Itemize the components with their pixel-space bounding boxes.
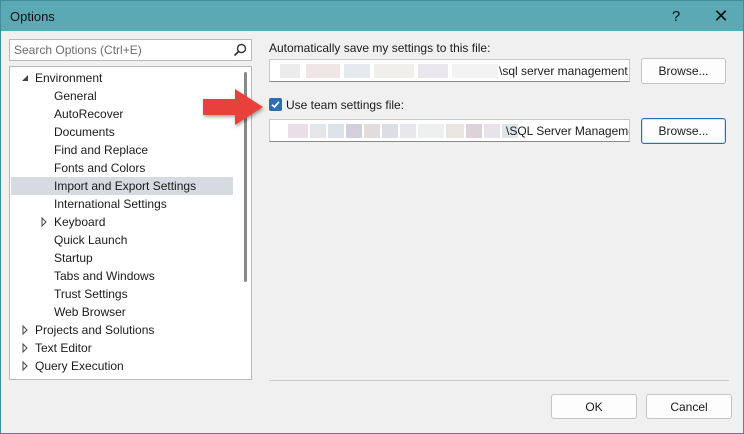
tree-item-label: Text Editor xyxy=(35,341,92,355)
tree-item[interactable]: Projects and Solutions xyxy=(11,321,233,339)
chevron-right-icon[interactable] xyxy=(21,325,29,335)
chevron-right-icon[interactable] xyxy=(21,343,29,353)
tree-item-label: Environment xyxy=(35,71,103,85)
close-button[interactable]: ✕ xyxy=(701,1,741,31)
tree-item-label: Find and Replace xyxy=(54,143,149,157)
tree-item-label: Startup xyxy=(54,251,93,265)
redacted-path-segment xyxy=(418,124,444,138)
team-settings-checkbox[interactable] xyxy=(269,98,282,111)
tree-item-label: Query Execution xyxy=(35,359,124,373)
tree-item[interactable]: Fonts and Colors xyxy=(11,159,233,177)
checkmark-icon xyxy=(271,101,280,109)
chevron-right-icon[interactable] xyxy=(21,361,29,371)
tree-item[interactable]: Web Browser xyxy=(11,303,233,321)
redacted-path-segment xyxy=(400,124,416,138)
redacted-path-segment xyxy=(328,124,344,138)
tree-item-label: Tabs and Windows xyxy=(54,269,155,283)
tree-item[interactable]: Query Execution xyxy=(11,357,233,375)
search-input[interactable] xyxy=(10,40,230,60)
tree-item[interactable]: Query Results xyxy=(11,375,233,380)
search-box[interactable] xyxy=(9,39,252,61)
annotation-arrow-icon xyxy=(203,89,263,125)
team-settings-path-field[interactable]: \SQL Server Manageme xyxy=(269,119,630,142)
redacted-path-segment xyxy=(374,64,414,78)
redacted-path-segment xyxy=(344,64,370,78)
tree-item[interactable]: Tabs and Windows xyxy=(11,267,233,285)
help-button[interactable]: ? xyxy=(656,1,696,31)
tree-item-label: Documents xyxy=(54,125,115,139)
tree-item-label: AutoRecover xyxy=(54,107,124,121)
search-icon[interactable] xyxy=(233,43,247,57)
redacted-path-segment xyxy=(306,64,340,78)
team-settings-path-text: \SQL Server Manageme xyxy=(506,124,630,138)
browse-auto-save-button[interactable]: Browse... xyxy=(641,58,726,84)
auto-save-path-text: \sql server management xyxy=(499,64,628,78)
redacted-path-segment xyxy=(288,124,308,138)
tree-item[interactable]: International Settings xyxy=(11,195,233,213)
redacted-path-segment xyxy=(364,124,380,138)
tree-item-label: Query Results xyxy=(35,375,111,379)
tree-item[interactable]: Text Editor xyxy=(11,339,233,357)
tree-item[interactable]: Startup xyxy=(11,249,233,267)
tree-item-label: Web Browser xyxy=(54,305,126,319)
tree-item[interactable]: Find and Replace xyxy=(11,141,233,159)
options-dialog: Options ? ✕ Environment General AutoRecove… xyxy=(0,0,744,434)
window-title: Options xyxy=(10,9,55,24)
tree-item-label: Trust Settings xyxy=(54,287,128,301)
tree-item[interactable]: Trust Settings xyxy=(11,285,233,303)
auto-save-label: Automatically save my settings to this f… xyxy=(269,41,491,55)
tree-item-label: Keyboard xyxy=(54,215,106,229)
chevron-right-icon[interactable] xyxy=(21,379,29,380)
chevron-right-icon[interactable] xyxy=(40,217,48,227)
tree-item-label: General xyxy=(54,89,97,103)
tree-item-label: Projects and Solutions xyxy=(35,323,155,337)
redacted-path-segment xyxy=(382,124,398,138)
tree-item-label: Fonts and Colors xyxy=(54,161,146,175)
redacted-path-segment xyxy=(346,124,362,138)
tree-item[interactable]: Quick Launch xyxy=(11,231,233,249)
redacted-path-segment xyxy=(310,124,326,138)
chevron-down-icon[interactable] xyxy=(21,73,29,83)
title-bar[interactable]: Options ? ✕ xyxy=(1,1,743,31)
redacted-path-segment xyxy=(280,64,300,78)
ok-button[interactable]: OK xyxy=(551,394,637,419)
auto-save-path-field[interactable]: \sql server management xyxy=(269,59,630,82)
tree-item-label: Import and Export Settings xyxy=(54,179,197,193)
redacted-path-segment xyxy=(418,64,448,78)
tree-item-label: International Settings xyxy=(54,197,167,211)
browse-team-settings-button[interactable]: Browse... xyxy=(641,118,726,144)
redacted-path-segment xyxy=(466,124,482,138)
tree-item-label: Quick Launch xyxy=(54,233,128,247)
cancel-button[interactable]: Cancel xyxy=(646,394,732,419)
redacted-path-segment xyxy=(484,124,500,138)
tree-item[interactable]: Import and Export Settings xyxy=(11,177,233,195)
team-settings-label[interactable]: Use team settings file: xyxy=(286,98,404,112)
tree-item[interactable]: Keyboard xyxy=(11,213,233,231)
redacted-path-segment xyxy=(446,124,464,138)
footer-divider xyxy=(269,380,729,381)
redacted-path-segment xyxy=(452,64,498,78)
